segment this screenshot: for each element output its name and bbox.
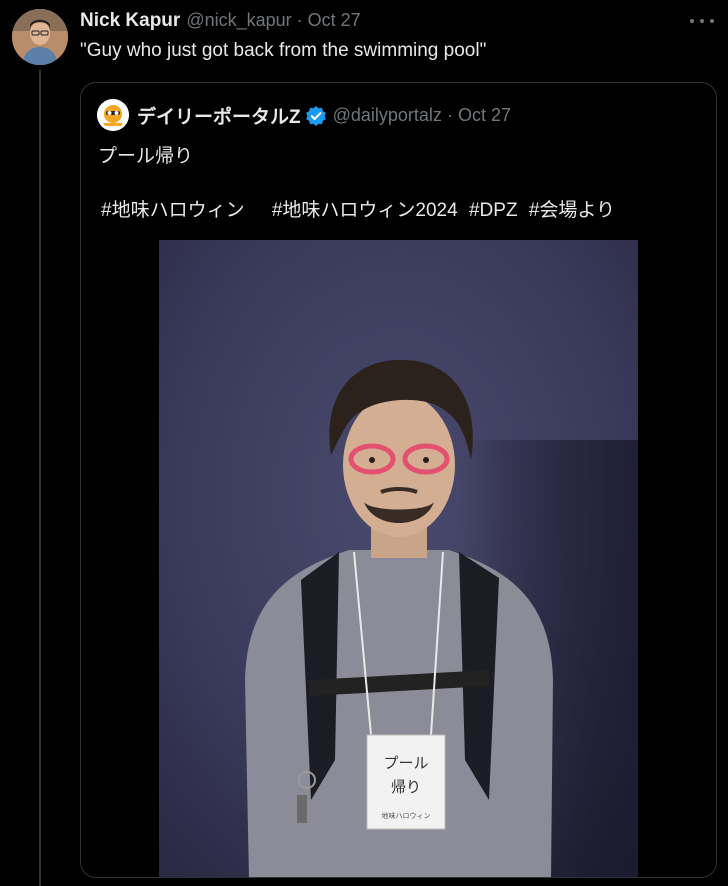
author-name[interactable]: Nick Kapur	[80, 10, 180, 32]
quote-text-line: プール帰り	[98, 146, 194, 167]
hashtag-link[interactable]: #会場より	[529, 200, 615, 221]
separator-dot: ·	[296, 10, 303, 30]
tweet-text: "Guy who just got back from the swimming…	[80, 40, 487, 61]
author-meta: @nick_kapur · Oct 27	[186, 10, 360, 31]
quote-author-handle[interactable]: @dailyportalz	[333, 105, 442, 125]
quote-meta: @dailyportalz · Oct 27	[333, 105, 511, 126]
verified-badge-icon	[305, 105, 327, 127]
quote-hashtags: #地味ハロウィン #地味ハロウィン2024 #DPZ #会場より	[101, 195, 621, 222]
dot-icon	[710, 19, 714, 23]
hashtag-link[interactable]: #DPZ	[469, 200, 518, 221]
name-tag-small: 地味ハロウィン	[382, 811, 431, 820]
author-avatar[interactable]	[12, 9, 68, 65]
quote-tweet-card[interactable]: デイリーポータルZ @dailyportalz · Oct 27 プール帰り #…	[80, 82, 717, 878]
separator-dot: ·	[446, 105, 453, 125]
tweet-header: Nick Kapur @nick_kapur · Oct 27	[80, 10, 361, 32]
hashtag-link[interactable]: #地味ハロウィン2024	[272, 200, 458, 221]
tweet-date[interactable]: Oct 27	[308, 10, 361, 30]
more-options-button[interactable]	[690, 12, 714, 30]
quote-date[interactable]: Oct 27	[458, 105, 511, 125]
dot-icon	[690, 19, 694, 23]
quote-author-avatar[interactable]	[97, 99, 129, 131]
author-handle[interactable]: @nick_kapur	[186, 10, 291, 30]
dot-icon	[700, 19, 704, 23]
name-tag-line2: 帰り	[391, 778, 421, 796]
attached-photo[interactable]: プール 帰り 地味ハロウィン	[159, 240, 638, 877]
quote-header: デイリーポータルZ @dailyportalz · Oct 27	[137, 102, 511, 129]
quote-author-name[interactable]: デイリーポータルZ	[137, 102, 301, 129]
thread-line	[39, 70, 41, 886]
hashtag-link[interactable]: #地味ハロウィン	[101, 200, 245, 221]
name-tag-line1: プール	[383, 754, 428, 772]
